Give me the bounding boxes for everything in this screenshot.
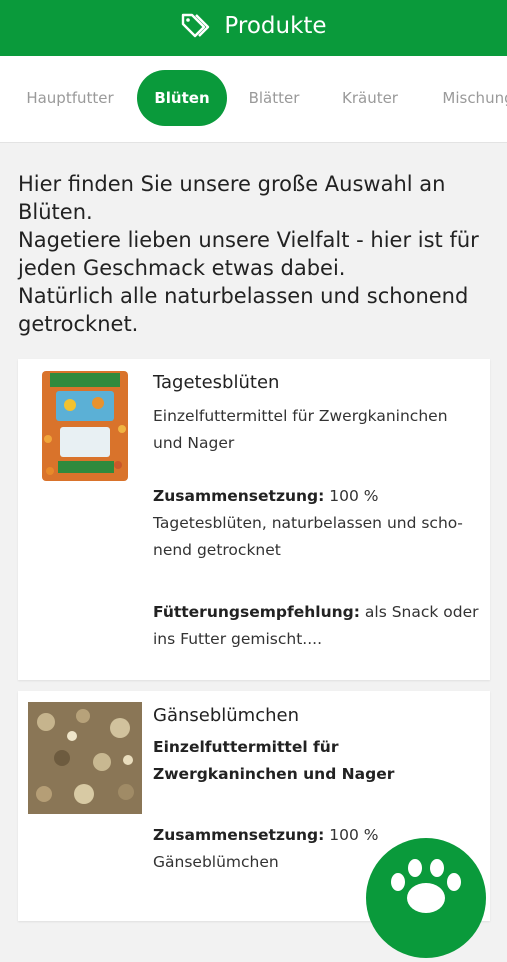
product-subtitle: Einzelfuttermittel für Zwergkaninchen un…	[153, 407, 448, 452]
paw-icon	[391, 859, 461, 913]
composition-label: Zusammensetzung:	[153, 826, 325, 844]
product-details: Tagetesblüten Einzelfuttermittel für Zwe…	[153, 369, 481, 653]
composition-label: Zusammensetzung:	[153, 487, 325, 505]
category-tabs: Hauptfutter Blüten Blätter Kräuter Misch…	[0, 56, 507, 143]
paw-fab-button[interactable]	[366, 838, 486, 958]
product-card[interactable]: Tagetesblüten Einzelfuttermittel für Zwe…	[18, 359, 490, 680]
product-name: Gänseblümchen	[153, 705, 299, 726]
product-feeding: Fütterungsempfehlung: als Snack oder ins…	[153, 599, 481, 653]
product-name: Tagetesblüten	[153, 372, 280, 393]
tab-blueten[interactable]: Blüten	[137, 70, 227, 126]
app-header: Produkte	[0, 0, 507, 56]
product-image-tagetes	[42, 371, 128, 481]
tag-icon	[182, 13, 210, 38]
tab-kraeuter[interactable]: Kräuter	[334, 70, 406, 126]
intro-line-3: Natürlich alle naturbelassen und schonen…	[18, 284, 469, 336]
intro-line-1: Hier finden Sie unsere große Auswahl an …	[18, 172, 446, 224]
page-title: Produkte	[224, 13, 327, 39]
product-composition: Zusammensetzung: 100 % Tagetesblüten, na…	[153, 483, 481, 564]
tab-blaetter[interactable]: Blätter	[240, 70, 308, 126]
feeding-label: Fütterungsempfehlung:	[153, 603, 360, 621]
intro-text: Hier finden Sie unsere große Auswahl an …	[18, 170, 488, 338]
tab-hauptfutter[interactable]: Hauptfutter	[18, 70, 122, 126]
product-subtitle: Einzelfuttermittel für Zwergkaninchen un…	[153, 738, 395, 783]
tab-mischung[interactable]: Mischung	[433, 70, 507, 126]
product-image-gaensebluemchen	[28, 702, 142, 814]
intro-line-2: Nagetiere lieben unsere Vielfalt - hier …	[18, 228, 479, 280]
